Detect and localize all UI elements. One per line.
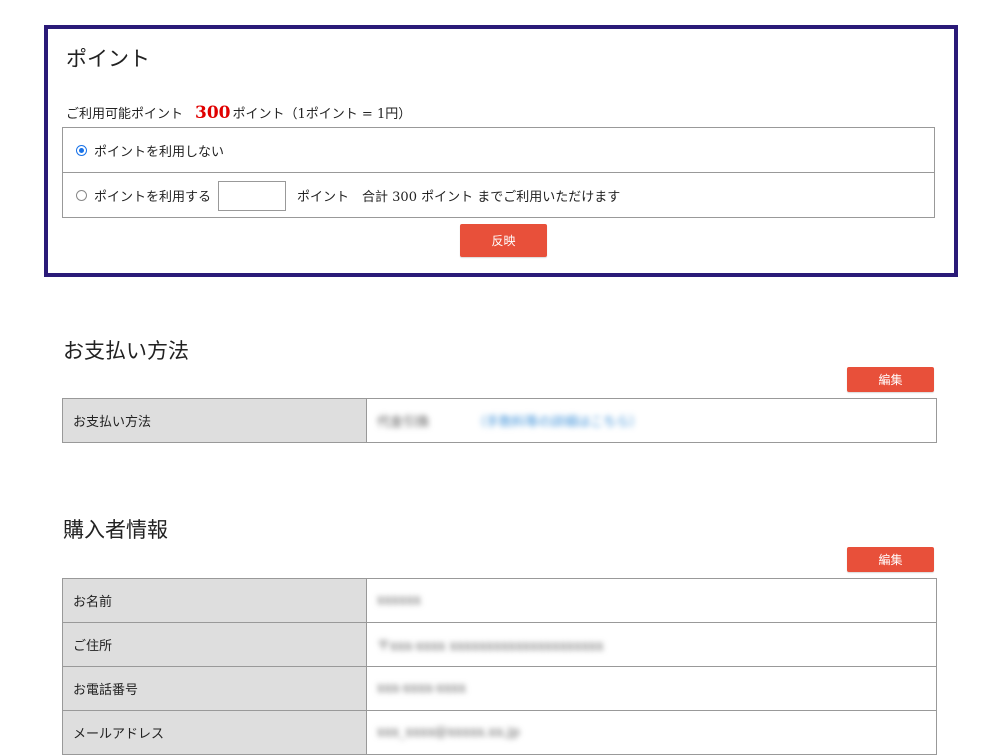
buyer-table: お名前 xxxxxx ご住所 〒xxx-xxxx xxxxxxxxxxxxxxx…	[62, 578, 937, 755]
buyer-phone-value: xxx-xxxx-xxxx	[366, 666, 937, 711]
reflect-button[interactable]: 反映	[460, 224, 547, 257]
option-no-use-label: ポイントを利用しない	[94, 144, 225, 160]
option-no-use-row[interactable]: ポイントを利用しない	[63, 128, 934, 173]
buyer-address-label: ご住所	[62, 622, 367, 667]
table-row: お支払い方法 代金引換 （手数料等の詳細はこちら）	[62, 398, 937, 443]
table-row: お名前 xxxxxx	[62, 578, 937, 623]
buyer-phone-text: xxx-xxxx-xxxx	[377, 681, 466, 696]
points-input[interactable]	[218, 180, 287, 211]
payment-fee-link[interactable]: （手数料等の詳細はこちら）	[473, 415, 642, 430]
table-row: メールアドレス xxx_xxxx@xxxxx.xx.jp	[62, 710, 937, 755]
table-row: ご住所 〒xxx-xxxx xxxxxxxxxxxxxxxxxxxxx	[62, 622, 937, 667]
buyer-edit-button[interactable]: 編集	[847, 547, 934, 572]
payment-method-text: 代金引換	[377, 415, 430, 430]
buyer-phone-label: お電話番号	[62, 666, 367, 711]
radio-no-use[interactable]	[76, 144, 87, 156]
payment-method-value: 代金引換 （手数料等の詳細はこちら）	[366, 398, 937, 443]
buyer-email-label: メールアドレス	[62, 710, 367, 755]
buyer-name-text: xxxxxx	[377, 593, 421, 608]
available-points-label: ご利用可能ポイント	[66, 107, 184, 122]
payment-edit-button[interactable]: 編集	[847, 367, 934, 392]
buyer-address-value: 〒xxx-xxxx xxxxxxxxxxxxxxxxxxxxx	[366, 622, 937, 667]
payment-title: お支払い方法	[63, 339, 189, 363]
available-points: ご利用可能ポイント 300 ポイント（1ポイント = 1円）	[66, 103, 411, 123]
option-use-row[interactable]: ポイントを利用する ポイント 合計 300 ポイント までご利用いただけます	[63, 173, 934, 218]
point-section: ポイント ご利用可能ポイント 300 ポイント（1ポイント = 1円） ポイントを利…	[44, 25, 958, 277]
table-row: お電話番号 xxx-xxxx-xxxx	[62, 666, 937, 711]
buyer-address-text: 〒xxx-xxxx xxxxxxxxxxxxxxxxxxxxx	[377, 639, 604, 654]
radio-use[interactable]	[76, 190, 87, 201]
available-points-suffix: ポイント（1ポイント = 1円）	[232, 107, 412, 122]
payment-table: お支払い方法 代金引換 （手数料等の詳細はこちら）	[62, 398, 937, 443]
buyer-name-label: お名前	[62, 578, 367, 623]
option-use-label: ポイントを利用する	[94, 190, 212, 205]
payment-method-label: お支払い方法	[62, 398, 367, 443]
available-points-value: 300	[195, 103, 231, 123]
point-title: ポイント	[66, 47, 150, 71]
buyer-email-text: xxx_xxxx@xxxxx.xx.jp	[377, 725, 520, 740]
buyer-name-value: xxxxxx	[366, 578, 937, 623]
option-use-tail: ポイント 合計 300 ポイント までご利用いただけます	[297, 190, 621, 205]
point-options: ポイントを利用しない ポイントを利用する ポイント 合計 300 ポイント まで…	[62, 127, 935, 218]
buyer-title: 購入者情報	[63, 518, 168, 542]
buyer-email-value: xxx_xxxx@xxxxx.xx.jp	[366, 710, 937, 755]
